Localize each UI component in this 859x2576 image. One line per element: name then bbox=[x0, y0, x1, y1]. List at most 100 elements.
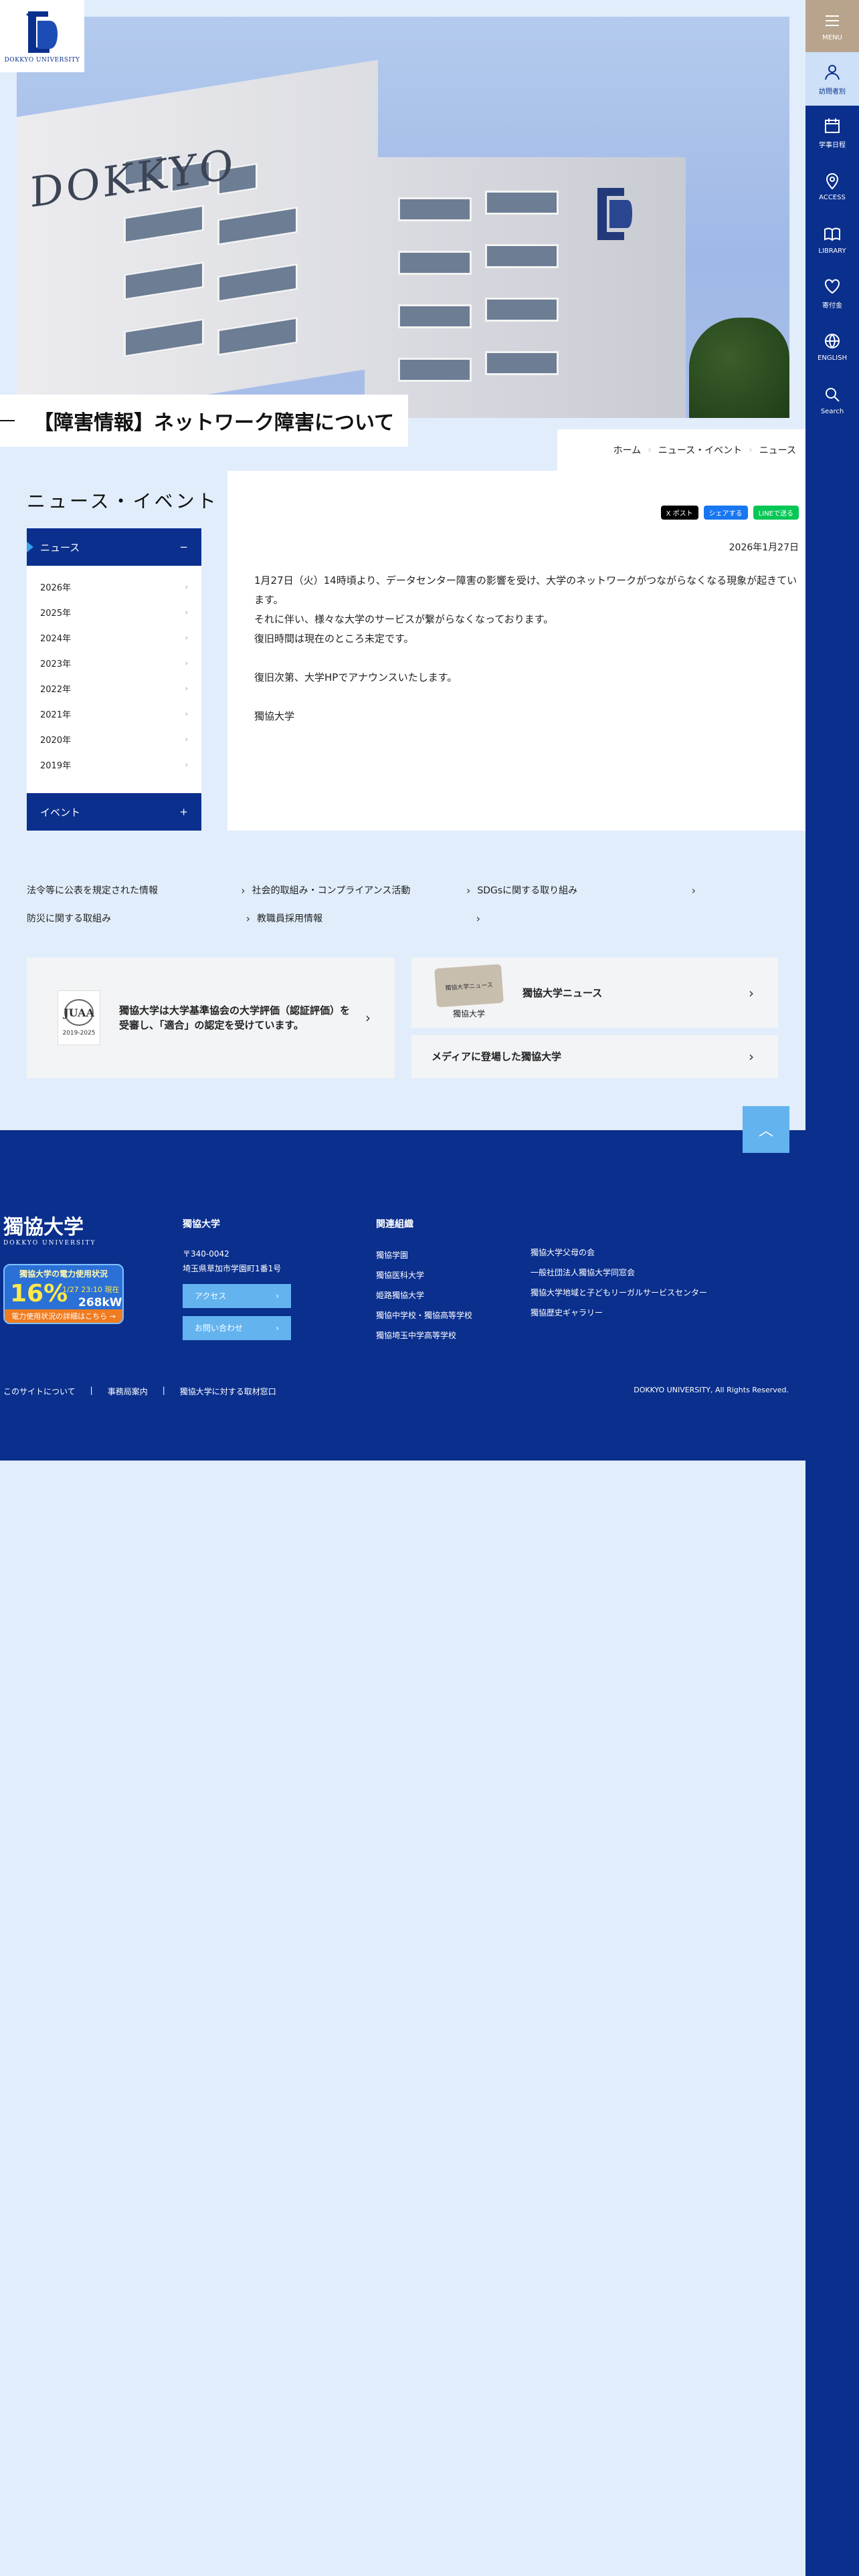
related-org-link[interactable]: 獨協埼玉中学高等学校 bbox=[376, 1325, 472, 1346]
related-org-link[interactable]: 姫路獨協大学 bbox=[376, 1285, 472, 1305]
nav-library[interactable]: LIBRARY bbox=[805, 213, 859, 266]
chevron-right-icon: › bbox=[185, 709, 188, 718]
page-title: 【障害情報】ネットワーク障害について bbox=[0, 395, 408, 447]
sidebar-category-events[interactable]: イベント + bbox=[27, 793, 201, 831]
footer-link-office[interactable]: 事務局案内 bbox=[108, 1386, 148, 1397]
chevron-right-icon: › bbox=[185, 760, 188, 769]
sidebar-year-item[interactable]: 2024年 › bbox=[27, 625, 201, 650]
related-org-link[interactable]: 獨協大学地域と子どもリーガルサービスセンター bbox=[531, 1283, 707, 1303]
footer-logo-sub: DOKKYO UNIVERSITY bbox=[3, 1240, 96, 1247]
hero-tree bbox=[689, 318, 789, 418]
power-usage-detail-link[interactable]: 電力使用状況の詳細はこちら → bbox=[5, 1309, 122, 1323]
link-sdgs[interactable]: SDGsに関する取り組み › bbox=[477, 876, 702, 904]
hero-window bbox=[398, 358, 472, 382]
info-links: 法令等に公表を規定された情報 › 社会的取組み・コンプライアンス活動 › SDGsに… bbox=[27, 876, 702, 932]
sidebar-year-item[interactable]: 2026年 › bbox=[27, 574, 201, 599]
nav-label: 寄付金 bbox=[822, 302, 842, 310]
site-logo[interactable]: DOKKYO UNIVERSITY bbox=[0, 0, 84, 72]
year-label: 2020年 bbox=[40, 735, 72, 746]
calendar-icon bbox=[825, 118, 840, 133]
nav-access[interactable]: ACCESS bbox=[805, 159, 859, 213]
nav-academic-calendar[interactable]: 学事日程 bbox=[805, 106, 859, 159]
footer-logo[interactable]: 獨協大学 DOKKYO UNIVERSITY bbox=[3, 1210, 96, 1247]
footer-link-about-site[interactable]: このサイトについて bbox=[3, 1386, 76, 1397]
hero-window bbox=[217, 263, 298, 303]
chevron-right-icon: › bbox=[185, 658, 188, 667]
footer-logo-text: 獨協大学 bbox=[3, 1216, 84, 1239]
chevron-right-icon: › bbox=[466, 883, 471, 897]
hero-building-emblem-icon bbox=[597, 188, 632, 240]
link-compliance[interactable]: 社会的取組み・コンプライアンス活動 › bbox=[252, 876, 478, 904]
accreditation-line: 獨協大学は大学基準協会の大学評価（認証評価）を bbox=[119, 1004, 351, 1016]
nav-label: ENGLISH bbox=[818, 354, 847, 362]
hero-window bbox=[124, 318, 204, 358]
power-usage-percent: 16% bbox=[10, 1280, 68, 1307]
nav-donation[interactable]: 寄付金 bbox=[805, 266, 859, 320]
breadcrumb-home[interactable]: ホーム bbox=[613, 443, 642, 457]
related-org-link[interactable]: 獨協中学校・獨協高等学校 bbox=[376, 1305, 472, 1325]
share-buttons: X ポスト シェアする LINEで送る bbox=[660, 506, 799, 520]
page-top-button[interactable]: ︿ bbox=[743, 1106, 789, 1153]
facebook-share-button[interactable]: シェアする bbox=[703, 506, 748, 520]
visitor-button[interactable]: 訪問者別 bbox=[805, 52, 859, 106]
sidebar-year-list: 2026年 › 2025年 › 2024年 › 2023年 › 2022年 › 2021年… bbox=[27, 566, 201, 785]
copyright: DOKKYO UNIVERSITY, All Rights Reserved. bbox=[634, 1386, 789, 1394]
contact-button-label: お問い合わせ bbox=[195, 1323, 244, 1333]
hero-window bbox=[485, 244, 559, 268]
article-paragraph: 復旧時間は現在のところ未定です。 bbox=[254, 633, 414, 645]
related-org-link[interactable]: 獨協学園 bbox=[376, 1245, 472, 1265]
chevron-right-icon: › bbox=[476, 911, 480, 925]
sidebar-year-item[interactable]: 2020年 › bbox=[27, 726, 201, 752]
sidebar-year-item[interactable]: 2022年 › bbox=[27, 675, 201, 701]
chevron-right-icon: › bbox=[365, 1010, 371, 1026]
collapse-icon: − bbox=[179, 541, 188, 553]
year-label: 2024年 bbox=[40, 633, 72, 644]
year-label: 2023年 bbox=[40, 659, 72, 669]
sidebar-category-news[interactable]: ニュース − bbox=[27, 528, 201, 566]
related-org-link[interactable]: 獨協医科大学 bbox=[376, 1265, 472, 1285]
footer: 獨協大学 DOKKYO UNIVERSITY 獨協大学の電力使用状況 16% 1… bbox=[0, 1130, 805, 1461]
link-recruitment[interactable]: 教職員採用情報 › bbox=[257, 904, 487, 932]
university-news-banner[interactable]: 獨協大学ニュース 獨協大学 獨協大学ニュース › bbox=[411, 958, 778, 1028]
footer-address: 埼玉県草加市学園町1番1号 bbox=[183, 1264, 282, 1273]
nav-english[interactable]: ENGLISH bbox=[805, 320, 859, 373]
year-label: 2026年 bbox=[40, 582, 72, 593]
related-org-link[interactable]: 獨協大学父母の会 bbox=[531, 1243, 707, 1263]
related-org-link[interactable]: 獨協歴史ギャラリー bbox=[531, 1303, 707, 1323]
breadcrumb-current: ニュース bbox=[759, 445, 796, 456]
sidebar-year-item[interactable]: 2021年 › bbox=[27, 701, 201, 726]
news-magazine-image: 獨協大学ニュース 獨協大学 bbox=[432, 964, 506, 1020]
footer-university-info: 獨協大学 〒340-0042 埼玉県草加市学園町1番1号 アクセス › お問い合わ… bbox=[183, 1217, 291, 1340]
article-paragraph: 1月27日（火）14時頃より、データセンター障害の影響を受け、大学のネットワーク… bbox=[254, 574, 797, 606]
related-org-link[interactable]: 一般社団法人獨協大学同窓会 bbox=[531, 1263, 707, 1283]
footer-related-orgs-2: 獨協大学父母の会 一般社団法人獨協大学同窓会 獨協大学地域と子どもリーガルサービ… bbox=[531, 1217, 707, 1323]
power-usage-widget[interactable]: 獨協大学の電力使用状況 16% 1/27 23:10 現在 268kW 電力使用… bbox=[3, 1264, 124, 1324]
article-blank-line bbox=[254, 649, 799, 668]
contact-button[interactable]: お問い合わせ › bbox=[183, 1316, 291, 1340]
sidebar-year-item[interactable]: 2023年 › bbox=[27, 650, 201, 675]
article-blank-line bbox=[254, 687, 799, 707]
footer-link-press[interactable]: 獨協大学に対する取材窓口 bbox=[180, 1386, 276, 1397]
menu-button[interactable]: MENU bbox=[805, 0, 859, 52]
chevron-right-icon: › bbox=[276, 1291, 279, 1301]
link-disaster-prevention[interactable]: 防災に関する取組み › bbox=[27, 904, 257, 932]
accreditation-banner[interactable]: JUAA 2019-2025 獨協大学は大学基準協会の大学評価（認証評価）を 受… bbox=[27, 958, 395, 1078]
hero-window bbox=[398, 304, 472, 328]
line-share-button[interactable]: LINEで送る bbox=[753, 506, 799, 520]
breadcrumb-news-events[interactable]: ニュース・イベント bbox=[658, 443, 742, 457]
x-post-button[interactable]: X ポスト bbox=[660, 506, 698, 520]
sidebar-category-label: イベント bbox=[40, 806, 81, 819]
sidebar-year-item[interactable]: 2019年 › bbox=[27, 752, 201, 777]
chevron-right-icon: › bbox=[749, 1049, 754, 1065]
link-legal-disclosure[interactable]: 法令等に公表を規定された情報 › bbox=[27, 876, 252, 904]
hero-window bbox=[398, 197, 472, 221]
access-button[interactable]: アクセス › bbox=[183, 1284, 291, 1308]
university-news-label: 獨協大学ニュース bbox=[522, 986, 603, 999]
article-paragraph: それに伴い、様々な大学のサービスが繋がらなくなっております。 bbox=[254, 613, 554, 625]
media-appearances-banner[interactable]: メディアに登場した獨協大学 › bbox=[411, 1035, 778, 1078]
article-paragraph: 復旧次第、大学HPでアナウンスいたします。 bbox=[254, 671, 458, 683]
chevron-right-icon: › bbox=[276, 1323, 279, 1333]
hero-building-left bbox=[17, 60, 378, 418]
nav-search[interactable]: Search bbox=[805, 373, 859, 427]
sidebar-year-item[interactable]: 2025年 › bbox=[27, 599, 201, 625]
